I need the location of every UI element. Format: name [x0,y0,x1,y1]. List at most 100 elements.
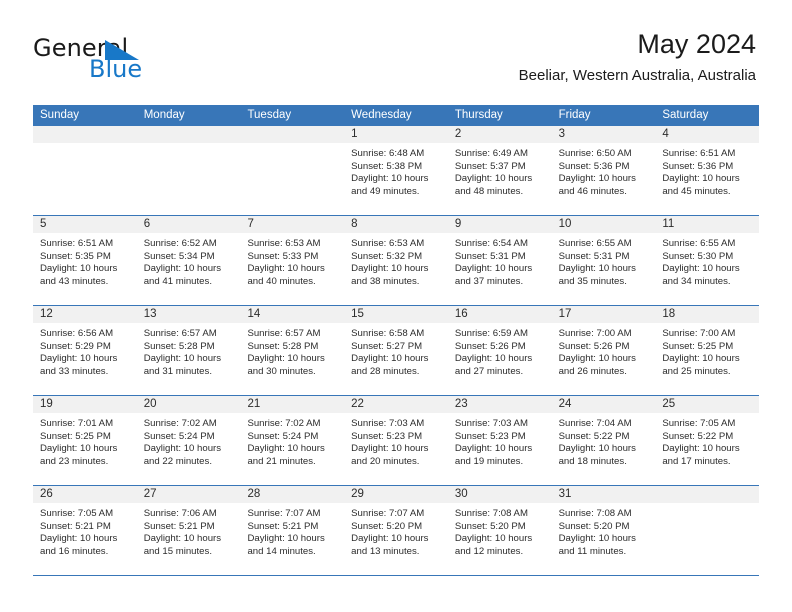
day-cell[interactable]: 18 Sunrise: 7:00 AM Sunset: 5:25 PM Dayligh… [655,306,760,395]
day-cell[interactable]: 2 Sunrise: 6:49 AM Sunset: 5:37 PM Daylight… [447,126,552,215]
sunrise-text: Sunrise: 6:48 AM [351,148,425,159]
daylight-text: Daylight: 10 hours and 38 minutes. [351,263,429,287]
sunset-text: Sunset: 5:29 PM [40,340,111,352]
day-info: Sunrise: 7:05 AM Sunset: 5:22 PM Daylight:… [655,414,759,468]
day-cell[interactable]: 20 Sunrise: 7:02 AM Sunset: 5:24 PM Dayligh… [136,396,241,485]
day-cell[interactable]: 26 Sunrise: 7:05 AM Sunset: 5:21 PM Dayligh… [33,486,137,575]
day-number-band [447,126,552,144]
day-info: Sunrise: 7:03 AM Sunset: 5:23 PM Daylight:… [344,414,448,468]
sunrise-text: Sunrise: 6:54 AM [454,238,528,249]
sunrise-text: Sunrise: 6:57 AM [143,328,217,339]
day-number-band [136,216,241,234]
day-cell[interactable]: 12 Sunrise: 6:56 AM Sunset: 5:29 PM Dayligh… [33,306,137,395]
day-cell[interactable]: 29 Sunrise: 7:07 AM Sunset: 5:20 PM Dayligh… [344,486,448,575]
day-info: Sunrise: 7:08 AM Sunset: 5:20 PM Daylight:… [552,504,656,558]
day-info: Sunrise: 6:53 AM Sunset: 5:33 PM Daylight:… [240,234,344,288]
day-info: Sunrise: 7:08 AM Sunset: 5:20 PM Daylight:… [448,504,552,558]
daylight-text: Daylight: 10 hours and 13 minutes. [351,533,429,557]
sunset-text: Sunset: 5:36 PM [558,160,630,172]
day-cell[interactable]: 9 Sunrise: 6:54 AM Sunset: 5:31 PM Daylight… [447,216,552,305]
day-cell[interactable]: 4 Sunrise: 6:51 AM Sunset: 5:36 PM Daylight… [655,126,760,215]
day-cell[interactable]: 14 Sunrise: 6:57 AM Sunset: 5:28 PM Dayligh… [240,306,345,395]
sunrise-text: Sunrise: 7:06 AM [143,508,217,519]
day-cell[interactable]: 23 Sunrise: 7:03 AM Sunset: 5:23 PM Dayligh… [447,396,552,485]
page-title: May 2024 [637,29,756,59]
sunset-text: Sunset: 5:23 PM [351,430,423,442]
sunrise-text: Sunrise: 7:08 AM [558,508,632,519]
daylight-text: Daylight: 10 hours and 25 minutes. [662,353,740,377]
day-cell[interactable]: 22 Sunrise: 7:03 AM Sunset: 5:23 PM Dayligh… [344,396,448,485]
day-number: 2 [454,128,462,140]
day-cell-empty [33,126,137,215]
day-cell[interactable]: 6 Sunrise: 6:52 AM Sunset: 5:34 PM Daylight… [136,216,241,305]
sunset-text: Sunset: 5:21 PM [247,520,319,532]
day-cell[interactable]: 30 Sunrise: 7:08 AM Sunset: 5:20 PM Dayligh… [447,486,552,575]
day-cell[interactable]: 16 Sunrise: 6:59 AM Sunset: 5:26 PM Dayligh… [447,306,552,395]
sunrise-text: Sunrise: 6:51 AM [662,148,736,159]
day-info: Sunrise: 6:55 AM Sunset: 5:31 PM Daylight:… [552,234,656,288]
day-cell[interactable]: 27 Sunrise: 7:06 AM Sunset: 5:21 PM Dayligh… [136,486,241,575]
day-info: Sunrise: 7:02 AM Sunset: 5:24 PM Daylight:… [240,414,344,468]
day-number: 7 [247,218,254,230]
day-cell[interactable]: 19 Sunrise: 7:01 AM Sunset: 5:25 PM Dayligh… [33,396,137,485]
sunset-text: Sunset: 5:35 PM [40,250,111,262]
day-cell[interactable]: 11 Sunrise: 6:55 AM Sunset: 5:30 PM Dayligh… [655,216,760,305]
day-number: 15 [351,308,364,320]
calendar-grid: Sunday Monday Tuesday Wednesday Thursday Frid… [33,105,760,576]
daylight-text: Daylight: 10 hours and 22 minutes. [143,443,222,467]
sunrise-text: Sunrise: 6:52 AM [143,238,217,249]
sunset-text: Sunset: 5:30 PM [662,250,734,262]
day-info: Sunrise: 7:04 AM Sunset: 5:22 PM Daylight:… [552,414,656,468]
calendar-weeks: 1 Sunrise: 6:48 AM Sunset: 5:38 PM Daylight… [33,126,760,576]
day-cell[interactable]: 21 Sunrise: 7:02 AM Sunset: 5:24 PM Dayligh… [240,396,345,485]
day-cell-empty [240,126,345,215]
day-cell[interactable]: 8 Sunrise: 6:53 AM Sunset: 5:32 PM Daylight… [344,216,448,305]
sunrise-text: Sunrise: 6:49 AM [454,148,528,159]
sunset-text: Sunset: 5:20 PM [351,520,423,532]
day-cell[interactable]: 28 Sunrise: 7:07 AM Sunset: 5:21 PM Dayligh… [240,486,345,575]
day-number-band [655,126,760,144]
daylight-text: Daylight: 10 hours and 15 minutes. [143,533,222,557]
day-cell[interactable]: 10 Sunrise: 6:55 AM Sunset: 5:31 PM Dayligh… [551,216,656,305]
sunset-text: Sunset: 5:26 PM [454,340,526,352]
daylight-text: Daylight: 10 hours and 34 minutes. [662,263,740,287]
sunset-text: Sunset: 5:28 PM [143,340,215,352]
day-number-band [136,126,241,144]
sunset-text: Sunset: 5:26 PM [558,340,630,352]
sunset-text: Sunset: 5:20 PM [558,520,630,532]
sunset-text: Sunset: 5:23 PM [454,430,526,442]
daylight-text: Daylight: 10 hours and 43 minutes. [40,263,118,287]
sunrise-text: Sunrise: 7:03 AM [454,418,528,429]
calendar-week-row: 19 Sunrise: 7:01 AM Sunset: 5:25 PM Dayligh… [33,396,760,486]
sunset-text: Sunset: 5:31 PM [558,250,630,262]
general-blue-logo[interactable]: General Blue [33,35,253,85]
daylight-text: Daylight: 10 hours and 27 minutes. [454,353,533,377]
page-subtitle: Beeliar, Western Australia, Australia [518,67,756,84]
day-number: 13 [143,308,157,320]
day-cell[interactable]: 1 Sunrise: 6:48 AM Sunset: 5:38 PM Daylight… [344,126,448,215]
day-info: Sunrise: 7:00 AM Sunset: 5:26 PM Daylight:… [552,324,656,378]
day-cell[interactable]: 24 Sunrise: 7:04 AM Sunset: 5:22 PM Dayligh… [551,396,656,485]
daylight-text: Daylight: 10 hours and 33 minutes. [40,353,118,377]
sunset-text: Sunset: 5:27 PM [351,340,423,352]
day-cell[interactable]: 31 Sunrise: 7:08 AM Sunset: 5:20 PM Dayligh… [551,486,656,575]
day-number-band [655,486,760,504]
day-number: 1 [351,128,358,140]
day-cell[interactable]: 3 Sunrise: 6:50 AM Sunset: 5:36 PM Daylight… [551,126,656,215]
day-number: 21 [247,398,261,410]
sunrise-text: Sunrise: 7:05 AM [662,418,736,429]
day-cell[interactable]: 17 Sunrise: 7:00 AM Sunset: 5:26 PM Dayligh… [551,306,656,395]
day-cell[interactable]: 15 Sunrise: 6:58 AM Sunset: 5:27 PM Dayligh… [344,306,448,395]
day-number: 9 [454,218,462,230]
logo-text-blue: Blue [89,55,143,83]
daylight-text: Daylight: 10 hours and 20 minutes. [351,443,429,467]
sunset-text: Sunset: 5:28 PM [247,340,319,352]
sunset-text: Sunset: 5:24 PM [247,430,319,442]
day-cell[interactable]: 13 Sunrise: 6:57 AM Sunset: 5:28 PM Dayligh… [136,306,241,395]
sunrise-text: Sunrise: 6:51 AM [40,238,114,249]
day-number: 8 [351,218,358,230]
calendar-page: General Blue May 2024 Beeliar, Western A… [0,0,792,612]
day-cell[interactable]: 7 Sunrise: 6:53 AM Sunset: 5:33 PM Daylight… [240,216,345,305]
day-cell[interactable]: 25 Sunrise: 7:05 AM Sunset: 5:22 PM Dayligh… [655,396,760,485]
day-cell[interactable]: 5 Sunrise: 6:51 AM Sunset: 5:35 PM Daylight… [33,216,137,305]
